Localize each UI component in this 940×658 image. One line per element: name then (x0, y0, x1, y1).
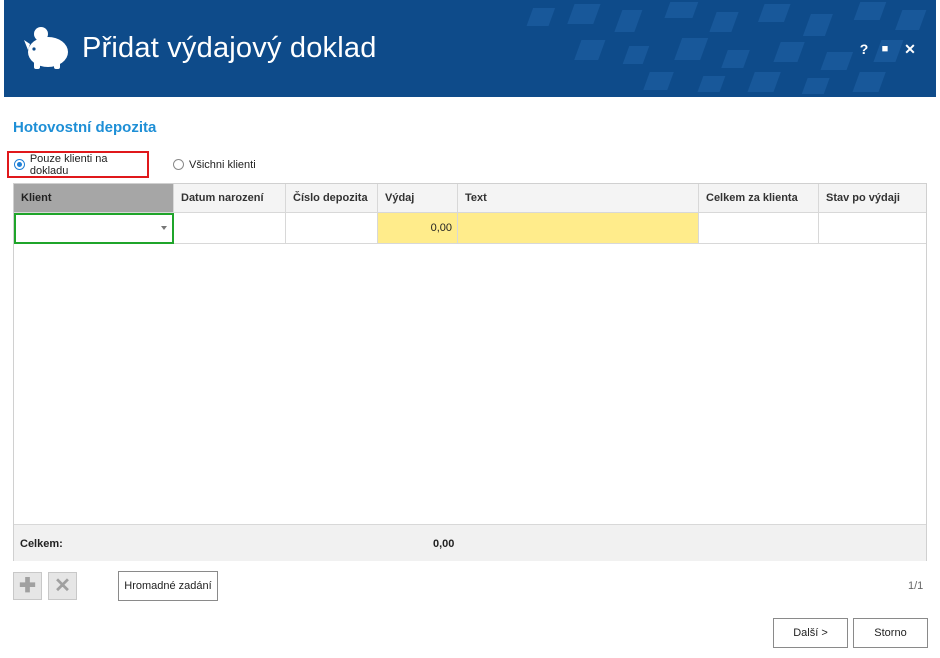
cell-text[interactable] (458, 213, 699, 244)
radio-checked-icon[interactable] (14, 159, 25, 170)
column-header-cislo-depozita[interactable]: Číslo depozita (286, 184, 378, 213)
plus-icon: ✚ (19, 575, 36, 597)
footer-total-value: 0,00 (433, 538, 455, 550)
column-header-celkem-za-klienta[interactable]: Celkem za klienta (699, 184, 819, 213)
x-icon: ✕ (54, 575, 71, 597)
pager-indicator: 1/1 (908, 580, 924, 592)
window-title: Přidat výdajový doklad (82, 32, 377, 64)
deposits-grid: Klient Datum narození Číslo depozita Výd… (13, 183, 927, 561)
radio-only-clients-on-document[interactable]: Pouze klienti na dokladu (7, 151, 149, 178)
bulk-entry-button[interactable]: Hromadné zadání (118, 571, 218, 601)
column-header-text[interactable]: Text (458, 184, 699, 213)
cell-datum-narozeni[interactable] (174, 213, 286, 244)
help-button[interactable]: ? (855, 40, 873, 58)
column-header-klient[interactable]: Klient (14, 184, 174, 213)
add-row-button[interactable]: ✚ (13, 572, 42, 600)
grid-footer: Celkem: 0,00 (14, 524, 926, 561)
column-header-vydaj[interactable]: Výdaj (378, 184, 458, 213)
client-combobox[interactable] (14, 213, 174, 244)
dropdown-arrow-icon[interactable] (161, 226, 167, 230)
section-title: Hotovostní depozita (13, 119, 157, 136)
delete-row-button[interactable]: ✕ (48, 572, 77, 600)
cancel-button[interactable]: Storno (853, 618, 928, 648)
column-header-stav-po-vydaji[interactable]: Stav po výdaji (819, 184, 926, 213)
cell-celkem-za-klienta (699, 213, 819, 244)
cell-vydaj[interactable]: 0,00 (378, 213, 458, 244)
maximize-button[interactable]: ■ (876, 40, 894, 58)
radio-unchecked-icon[interactable] (173, 159, 184, 170)
footer-total-label: Celkem: (20, 538, 63, 550)
column-header-datum-narozeni[interactable]: Datum narození (174, 184, 286, 213)
title-bar: Přidat výdajový doklad ? ■ ✕ (4, 0, 936, 97)
cell-stav-po-vydaji (819, 213, 926, 244)
radio-label: Všichni klienti (189, 158, 256, 171)
radio-label: Pouze klienti na dokladu (29, 152, 108, 177)
radio-all-clients[interactable]: Všichni klienti (173, 151, 256, 178)
close-button[interactable]: ✕ (901, 40, 919, 58)
piggy-bank-icon (24, 27, 68, 69)
next-button[interactable]: Další > (773, 618, 848, 648)
cell-cislo-depozita[interactable] (286, 213, 378, 244)
